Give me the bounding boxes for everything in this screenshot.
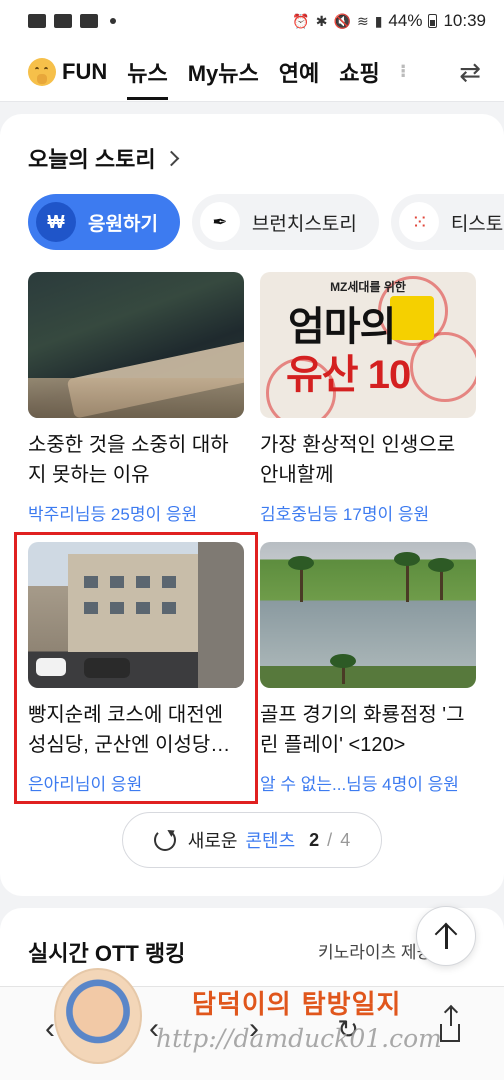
page-total: 4 <box>340 829 351 850</box>
swap-arrows-icon[interactable]: ⇄ <box>454 56 486 88</box>
bluetooth-icon: ✱ <box>315 12 328 29</box>
story-cheer-count: 박주리님등 25명이 응원 <box>28 505 198 524</box>
more-notifications-icon <box>110 18 116 24</box>
battery-percent: 44% <box>388 11 423 30</box>
tab-mynews[interactable]: My뉴스 <box>188 42 259 102</box>
tab-shopping[interactable]: 쇼핑 <box>339 42 379 102</box>
chevron-right-icon <box>163 150 179 166</box>
watermark-title: 담덕이의 탐방일지 <box>192 990 402 1020</box>
share-icon <box>440 1008 460 1042</box>
ott-provider: 키노라이츠 제공 <box>318 943 433 962</box>
story-thumbnail <box>260 542 476 688</box>
story-cheer-count: 알 수 없는...님등 4명이 응원 <box>260 775 459 794</box>
scroll-top-button[interactable] <box>416 906 476 966</box>
story-title: 골프 경기의 화룡점정 '그린 플레이' <120> <box>260 704 465 756</box>
alarm-icon: ⏰ <box>292 12 310 29</box>
story-thumbnail <box>28 542 244 688</box>
top-tab-bar: FUN 뉴스 My뉴스 연예 쇼핑 ⁝ ⇄ <box>0 42 504 102</box>
story-cheer-count: 김호중님등 17명이 응원 <box>260 505 430 524</box>
story-heading[interactable]: 오늘의 스토리 <box>28 142 179 174</box>
battery-icon <box>428 14 438 28</box>
mute-icon: 🔇 <box>333 12 351 29</box>
story-thumbnail <box>28 272 244 418</box>
story-title: 소중한 것을 소중히 대하지 못하는 이유 <box>28 434 229 486</box>
story-title: 가장 환상적인 인생으로 안내할께 <box>260 434 456 486</box>
arrow-up-icon <box>435 923 457 949</box>
story-thumbnail: MZ세대를 위한 엄마의 유산 10 <box>260 272 476 418</box>
youtube-icon <box>28 14 46 28</box>
pen-icon: ✒ <box>199 202 240 242</box>
watermark-avatar <box>54 968 142 1064</box>
tab-news[interactable]: 뉴스 <box>127 42 169 102</box>
clock: 10:39 <box>443 11 486 30</box>
signal-icon: ▮ <box>374 12 383 29</box>
story-item[interactable]: MZ세대를 위한 엄마의 유산 10 가장 환상적인 인생으로 안내할께 김호중… <box>260 272 476 525</box>
story-card: 오늘의 스토리 ₩ 응원하기 ✒ 브런치스토리 ⁙ 티스토리 소중한 것을 소중… <box>0 114 504 896</box>
story-item[interactable]: 골프 경기의 화룡점정 '그린 플레이' <120> 알 수 없는...님등 4… <box>260 542 476 795</box>
more-content-button[interactable]: 새로운 콘텐츠 2 / 4 <box>122 812 382 868</box>
story-item-selected[interactable]: 빵지순례 코스에 대전엔 성심당, 군산엔 이성당… 은아리님이 응원 <box>14 532 258 804</box>
chip-tistory[interactable]: ⁙ 티스토리 <box>390 194 504 250</box>
story-item[interactable]: 소중한 것을 소중히 대하지 못하는 이유 박주리님등 25명이 응원 <box>28 272 244 525</box>
wifi-icon: ≋ <box>356 12 369 29</box>
page-current: 2 <box>309 829 320 850</box>
watermark-url: http://damduck01.com <box>156 1024 442 1053</box>
story-cheer-count: 은아리님이 응원 <box>28 775 143 794</box>
tab-entertainment[interactable]: 연예 <box>279 42 319 102</box>
story-chip-row: ₩ 응원하기 ✒ 브런치스토리 ⁙ 티스토리 <box>28 194 504 250</box>
more-tabs-indicator: ⁝ <box>399 61 407 81</box>
shushing-face-icon <box>28 57 56 86</box>
won-icon: ₩ <box>36 202 76 242</box>
chip-cheer[interactable]: ₩ 응원하기 <box>28 194 180 250</box>
ott-heading: 실시간 OTT 랭킹 <box>28 941 186 966</box>
app-notification-icon <box>54 14 72 28</box>
tistory-icon: ⁙ <box>398 202 439 242</box>
app-notification-icon <box>80 14 98 28</box>
status-bar: ⏰ ✱ 🔇 ≋ ▮ 44% 10:39 <box>0 0 504 42</box>
refresh-icon <box>153 829 176 851</box>
story-title: 빵지순례 코스에 대전엔 성심당, 군산엔 이성당… <box>28 704 231 756</box>
tab-fun[interactable]: FUN <box>28 42 107 102</box>
chip-brunch[interactable]: ✒ 브런치스토리 <box>191 194 379 250</box>
